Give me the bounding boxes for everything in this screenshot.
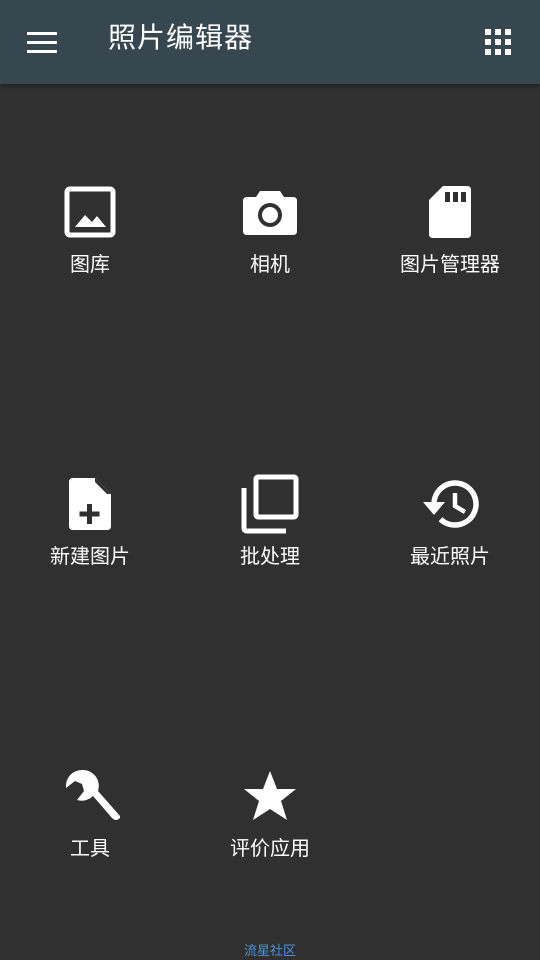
app-title: 照片编辑器 (108, 21, 254, 54)
tile-label: 批处理 (240, 544, 300, 568)
tile-label: 工具 (70, 836, 110, 860)
footer-watermark-link[interactable]: 流星社区 (0, 944, 540, 960)
tile-label: 图库 (70, 252, 110, 276)
hamburger-menu-icon (27, 32, 57, 53)
menu-button[interactable] (14, 18, 70, 66)
wrench-icon (58, 764, 122, 828)
sd-card-icon (418, 180, 482, 244)
tile-label: 最近照片 (410, 544, 490, 568)
new-file-icon (58, 472, 122, 536)
apps-grid-icon (485, 29, 511, 55)
tile-label: 新建图片 (50, 544, 130, 568)
tile-label: 图片管理器 (400, 252, 500, 276)
history-icon (418, 472, 482, 536)
tile-label: 评价应用 (230, 836, 310, 860)
tile-camera[interactable]: 相机 (180, 180, 360, 300)
star-icon (238, 764, 302, 828)
camera-icon (238, 180, 302, 244)
stacked-pages-icon (238, 472, 302, 536)
tile-tools[interactable]: 工具 (0, 764, 180, 884)
app-bar: 照片编辑器 (0, 0, 540, 84)
image-icon (58, 180, 122, 244)
apps-button[interactable] (470, 18, 526, 66)
tile-image-manager[interactable]: 图片管理器 (360, 180, 540, 300)
tile-recent-photos[interactable]: 最近照片 (360, 472, 540, 592)
tile-new-image[interactable]: 新建图片 (0, 472, 180, 592)
tile-label: 相机 (250, 252, 290, 276)
tile-batch[interactable]: 批处理 (180, 472, 360, 592)
tile-rate-app[interactable]: 评价应用 (180, 764, 360, 884)
tile-gallery[interactable]: 图库 (0, 180, 180, 300)
